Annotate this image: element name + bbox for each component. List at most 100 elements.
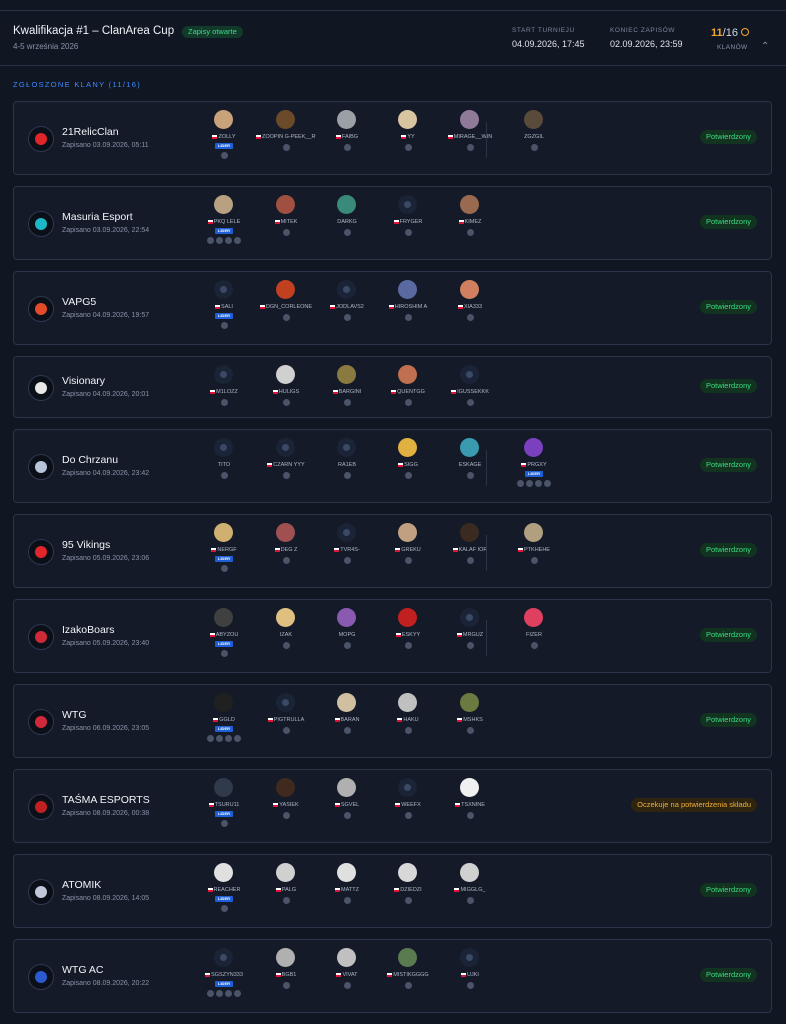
- player[interactable]: DEG Z: [256, 523, 316, 587]
- clan-name[interactable]: 95 Vikings: [62, 539, 110, 551]
- player[interactable]: MSHKS: [440, 693, 500, 757]
- steam-icon[interactable]: [404, 314, 412, 321]
- steam-icon[interactable]: [282, 557, 290, 564]
- steam-icon[interactable]: [343, 229, 351, 236]
- steam-icon[interactable]: [343, 314, 351, 321]
- player[interactable]: ABYZOU LIDER: [194, 608, 254, 672]
- player[interactable]: XIA333: [440, 280, 500, 344]
- player[interactable]: ESKAGE: [440, 438, 500, 502]
- steam-icon[interactable]: [466, 982, 474, 989]
- player[interactable]: MIRAGE__WIN: [440, 110, 500, 174]
- steam-icon[interactable]: [466, 472, 474, 479]
- player[interactable]: BARGINI: [317, 365, 377, 429]
- steam-icon[interactable]: [517, 480, 524, 487]
- steam-icon[interactable]: [530, 642, 538, 649]
- steam-icon[interactable]: [343, 812, 351, 819]
- steam-icon[interactable]: [530, 144, 538, 151]
- steam-icon[interactable]: [466, 229, 474, 236]
- steam-icon[interactable]: [220, 472, 228, 479]
- player[interactable]: JODLAVS2: [317, 280, 377, 344]
- player[interactable]: MRGUZ: [440, 608, 500, 672]
- steam-icon[interactable]: [220, 905, 228, 912]
- player[interactable]: BARAN: [317, 693, 377, 757]
- steam-icon[interactable]: [466, 897, 474, 904]
- steam-icon[interactable]: [282, 472, 290, 479]
- player[interactable]: REACHER LIDER: [194, 863, 254, 927]
- player[interactable]: TSURU11 LIDER: [194, 778, 254, 842]
- clan-card[interactable]: Masuria Esport Zapisano 03.09.2026, 22:54…: [13, 186, 772, 260]
- player[interactable]: PTKHEHE: [504, 523, 564, 587]
- player[interactable]: MATTZ: [317, 863, 377, 927]
- clan-name[interactable]: WTG: [62, 709, 87, 721]
- player[interactable]: TITO: [194, 438, 254, 502]
- clan-name[interactable]: WTG AC: [62, 964, 103, 976]
- steam-icon[interactable]: [234, 735, 241, 742]
- player[interactable]: SIGG: [378, 438, 438, 502]
- player[interactable]: MOPG: [317, 608, 377, 672]
- clan-card[interactable]: WTG Zapisano 06.09.2026, 23:05 GGLD LIDER PI…: [13, 684, 772, 758]
- player[interactable]: PIGTRULLA: [256, 693, 316, 757]
- steam-icon[interactable]: [225, 990, 232, 997]
- clan-card[interactable]: TAŚMA ESPORTS Zapisano 08.09.2026, 00:38 T…: [13, 769, 772, 843]
- player[interactable]: ESKYY: [378, 608, 438, 672]
- steam-icon[interactable]: [466, 314, 474, 321]
- player[interactable]: QUENTGG: [378, 365, 438, 429]
- player[interactable]: PRGXY LIDER: [504, 438, 564, 502]
- steam-icon[interactable]: [466, 399, 474, 406]
- player[interactable]: IZAK: [256, 608, 316, 672]
- steam-icon[interactable]: [535, 480, 542, 487]
- steam-icon[interactable]: [404, 472, 412, 479]
- steam-icon[interactable]: [282, 642, 290, 649]
- steam-icon[interactable]: [404, 399, 412, 406]
- player[interactable]: MITEK: [256, 195, 316, 259]
- player[interactable]: DARKG: [317, 195, 377, 259]
- player[interactable]: NERGF LIDER: [194, 523, 254, 587]
- player[interactable]: M1LOZZ: [194, 365, 254, 429]
- player[interactable]: GGLD LIDER: [194, 693, 254, 757]
- player[interactable]: PALG: [256, 863, 316, 927]
- player[interactable]: SGSZYN333 LIDER: [194, 948, 254, 1012]
- steam-icon[interactable]: [404, 229, 412, 236]
- player[interactable]: TVR4S-: [317, 523, 377, 587]
- steam-icon[interactable]: [220, 322, 228, 329]
- steam-icon[interactable]: [466, 557, 474, 564]
- clan-card[interactable]: 95 Vikings Zapisano 05.09.2026, 23:06 NERG…: [13, 514, 772, 588]
- clan-name[interactable]: Masuria Esport: [62, 211, 133, 223]
- player[interactable]: YASIEK: [256, 778, 316, 842]
- player[interactable]: SGVEL: [317, 778, 377, 842]
- player[interactable]: FIZER: [504, 608, 564, 672]
- steam-icon[interactable]: [282, 897, 290, 904]
- steam-icon[interactable]: [404, 144, 412, 151]
- clan-card[interactable]: IzakoBoars Zapisano 05.09.2026, 23:40 ABYZ…: [13, 599, 772, 673]
- steam-icon[interactable]: [343, 982, 351, 989]
- player[interactable]: UJKI: [440, 948, 500, 1012]
- steam-icon[interactable]: [225, 237, 232, 244]
- steam-icon[interactable]: [466, 144, 474, 151]
- steam-icon[interactable]: [544, 480, 551, 487]
- steam-icon[interactable]: [404, 812, 412, 819]
- steam-icon[interactable]: [225, 735, 232, 742]
- clan-card[interactable]: 21RelicClan Zapisano 03.09.2026, 05:11 ZOL…: [13, 101, 772, 175]
- steam-icon[interactable]: [282, 399, 290, 406]
- steam-icon[interactable]: [207, 735, 214, 742]
- steam-icon[interactable]: [343, 144, 351, 151]
- chevron-up-icon[interactable]: ⌃: [761, 41, 769, 52]
- steam-icon[interactable]: [404, 642, 412, 649]
- steam-icon[interactable]: [282, 812, 290, 819]
- steam-icon[interactable]: [216, 990, 223, 997]
- steam-icon[interactable]: [282, 144, 290, 151]
- player[interactable]: MISTIKGGGG: [378, 948, 438, 1012]
- steam-icon[interactable]: [404, 897, 412, 904]
- clan-name[interactable]: Do Chrzanu: [62, 454, 118, 466]
- steam-icon[interactable]: [216, 237, 223, 244]
- player[interactable]: KALAF IOR: [440, 523, 500, 587]
- clan-name[interactable]: 21RelicClan: [62, 126, 119, 138]
- player[interactable]: FRYGER: [378, 195, 438, 259]
- player[interactable]: BGB1: [256, 948, 316, 1012]
- player[interactable]: DGN_CORLEONE: [256, 280, 316, 344]
- steam-icon[interactable]: [526, 480, 533, 487]
- steam-icon[interactable]: [282, 229, 290, 236]
- clan-card[interactable]: VAPG5 Zapisano 04.09.2026, 19:57 SALI LIDER…: [13, 271, 772, 345]
- player[interactable]: ZOLLY LIDER: [194, 110, 254, 174]
- steam-icon[interactable]: [220, 152, 228, 159]
